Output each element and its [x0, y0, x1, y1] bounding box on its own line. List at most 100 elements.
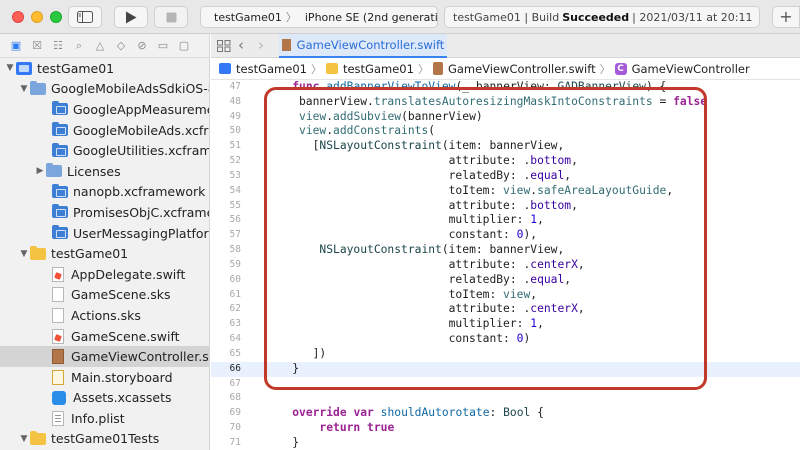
- minimize-window-button[interactable]: [31, 11, 43, 23]
- code-line[interactable]: 55 attribute: .bottom,: [211, 199, 800, 214]
- activity-status: testGame01 | Build Succeeded | 2021/03/1…: [444, 6, 760, 28]
- search-icon[interactable]: ⌕: [73, 39, 85, 52]
- hierarchy-icon[interactable]: ☷: [52, 39, 64, 52]
- file-tree-item[interactable]: Actions.sks: [0, 305, 209, 326]
- x-square-icon[interactable]: ☒: [31, 39, 43, 52]
- code-line[interactable]: 67: [211, 377, 800, 392]
- code-line[interactable]: 64 constant: 0): [211, 332, 800, 347]
- code-line[interactable]: 56 multiplier: 1,: [211, 213, 800, 228]
- disclosure-closed-icon[interactable]: ▶: [34, 166, 46, 176]
- diamond-icon[interactable]: ◇: [115, 39, 127, 52]
- code-area[interactable]: 47 func addBannerViewToView(_ bannerView…: [211, 80, 800, 450]
- file-tree-item[interactable]: ▼ testGame01: [0, 58, 209, 79]
- code-text: toItem: view,: [265, 287, 538, 301]
- file-tree-item[interactable]: ▼ testGame01: [0, 243, 209, 264]
- code-line[interactable]: 70 return true: [211, 421, 800, 436]
- spray-icon[interactable]: ⊘: [136, 39, 148, 52]
- tab-gameviewcontroller[interactable]: GameViewController.swift: [279, 34, 447, 58]
- code-line[interactable]: 66 }: [211, 361, 800, 377]
- line-number: 59: [229, 258, 241, 270]
- run-button[interactable]: [114, 6, 148, 28]
- code-line[interactable]: 50 view.addConstraints(: [211, 124, 800, 139]
- code-line[interactable]: 58 NSLayoutConstraint(item: bannerView,: [211, 243, 800, 258]
- file-tree-item[interactable]: Info.plist: [0, 408, 209, 429]
- code-text: bannerView.translatesAutoresizingMaskInt…: [265, 94, 708, 108]
- file-tree-item[interactable]: ▼ GoogleMobileAdsSdkiOS-8...: [0, 79, 209, 100]
- code-line[interactable]: 51 [NSLayoutConstraint(item: bannerView,: [211, 139, 800, 154]
- code-line[interactable]: 54 toItem: view.safeAreaLayoutGuide,: [211, 184, 800, 199]
- file-tree-item[interactable]: GameViewController.swift: [0, 346, 209, 367]
- disclosure-open-icon[interactable]: ▼: [18, 434, 30, 444]
- folder-icon[interactable]: ▣: [10, 39, 22, 52]
- code-line[interactable]: 49 view.addSubview(bannerView): [211, 110, 800, 125]
- tag-icon[interactable]: ▭: [157, 39, 169, 52]
- line-number: 54: [229, 184, 241, 196]
- back-arrow-icon[interactable]: ‹: [238, 38, 244, 53]
- chevron-right-icon: 〉: [599, 62, 611, 76]
- code-line[interactable]: 59 attribute: .centerX,: [211, 258, 800, 273]
- close-window-button[interactable]: [12, 11, 24, 23]
- file-tree-item[interactable]: nanopb.xcframework: [0, 182, 209, 203]
- code-line[interactable]: 63 multiplier: 1,: [211, 317, 800, 332]
- code-line[interactable]: 60 relatedBy: .equal,: [211, 273, 800, 288]
- file-tree-item[interactable]: GoogleAppMeasurement...: [0, 99, 209, 120]
- swift-file-icon: [52, 328, 64, 344]
- file-tree-item[interactable]: AppDelegate.swift: [0, 264, 209, 285]
- stop-button[interactable]: [154, 6, 188, 28]
- file-icon: [52, 307, 64, 323]
- code-text: func addBannerViewToView(_ bannerView: G…: [292, 80, 667, 93]
- comment-icon[interactable]: ▢: [178, 39, 190, 52]
- disclosure-open-icon[interactable]: ▼: [18, 249, 30, 259]
- file-tree-item[interactable]: UserMessagingPlatform....: [0, 223, 209, 244]
- file-tree-item-label: Assets.xcassets: [73, 390, 172, 406]
- file-tree-item[interactable]: ▼ testGame01Tests: [0, 429, 209, 450]
- code-line[interactable]: 68: [211, 391, 800, 406]
- code-line[interactable]: 71 }: [211, 436, 800, 450]
- file-tree-item[interactable]: PromisesObjC.xcframew...: [0, 202, 209, 223]
- code-line[interactable]: 48 bannerView.translatesAutoresizingMask…: [211, 95, 800, 110]
- file-tree-item[interactable]: Main.storyboard: [0, 367, 209, 388]
- jumpbar-group[interactable]: testGame01: [343, 62, 414, 76]
- add-library-button[interactable]: +: [772, 6, 800, 28]
- jump-bar: testGame01 〉 testGame01 〉 GameViewContro…: [211, 58, 800, 80]
- file-tree-item-label: GoogleMobileAdsSdkiOS-8...: [51, 81, 210, 97]
- code-line[interactable]: 47 func addBannerViewToView(_ bannerView…: [211, 80, 800, 95]
- file-tree-item[interactable]: GoogleMobileAds.xcfram...: [0, 120, 209, 141]
- line-number: 63: [229, 318, 241, 330]
- code-line[interactable]: 57 constant: 0),: [211, 228, 800, 243]
- chevron-right-icon: 〉: [285, 11, 297, 24]
- chevron-right-icon: 〉: [417, 62, 429, 76]
- disclosure-open-icon[interactable]: ▼: [4, 63, 16, 73]
- scheme-selector[interactable]: testGame01 〉 iPhone SE (2nd generation): [200, 6, 438, 28]
- line-number: 47: [229, 81, 241, 92]
- forward-arrow-icon[interactable]: ›: [258, 38, 264, 53]
- code-line[interactable]: 65 ]): [211, 347, 800, 362]
- file-tree-item-label: Licenses: [67, 163, 121, 179]
- zoom-window-button[interactable]: [50, 11, 62, 23]
- file-tree-item[interactable]: GoogleUtilities.xcframew...: [0, 140, 209, 161]
- file-tree-item[interactable]: Assets.xcassets: [0, 388, 209, 409]
- jumpbar-project[interactable]: testGame01: [236, 62, 307, 76]
- file-tree-item[interactable]: ▶ Licenses: [0, 161, 209, 182]
- code-text: }: [265, 435, 300, 449]
- file-tree-item[interactable]: GameScene.sks: [0, 285, 209, 306]
- line-number: 52: [229, 155, 241, 167]
- file-tree-item-label: Info.plist: [71, 410, 125, 426]
- code-line[interactable]: 69 override var shouldAutorotate: Bool {: [211, 406, 800, 421]
- code-line[interactable]: 61 toItem: view,: [211, 288, 800, 303]
- code-line[interactable]: 62 attribute: .centerX,: [211, 302, 800, 317]
- warning-icon[interactable]: △: [94, 39, 106, 52]
- grid-icon[interactable]: [217, 40, 231, 52]
- jumpbar-file[interactable]: GameViewController.swift: [448, 62, 596, 76]
- toggle-navigator-button[interactable]: [68, 6, 102, 28]
- storyboard-icon: [52, 369, 64, 385]
- disclosure-open-icon[interactable]: ▼: [18, 84, 30, 94]
- code-line[interactable]: 52 attribute: .bottom,: [211, 154, 800, 169]
- line-number: 62: [229, 303, 241, 315]
- code-text: [NSLayoutConstraint(item: bannerView,: [265, 139, 565, 153]
- file-tree-item-label: testGame01: [51, 246, 129, 262]
- line-number: 57: [229, 229, 241, 241]
- jumpbar-class[interactable]: GameViewController: [632, 62, 750, 76]
- file-tree-item[interactable]: GameScene.swift: [0, 326, 209, 347]
- code-line[interactable]: 53 relatedBy: .equal,: [211, 169, 800, 184]
